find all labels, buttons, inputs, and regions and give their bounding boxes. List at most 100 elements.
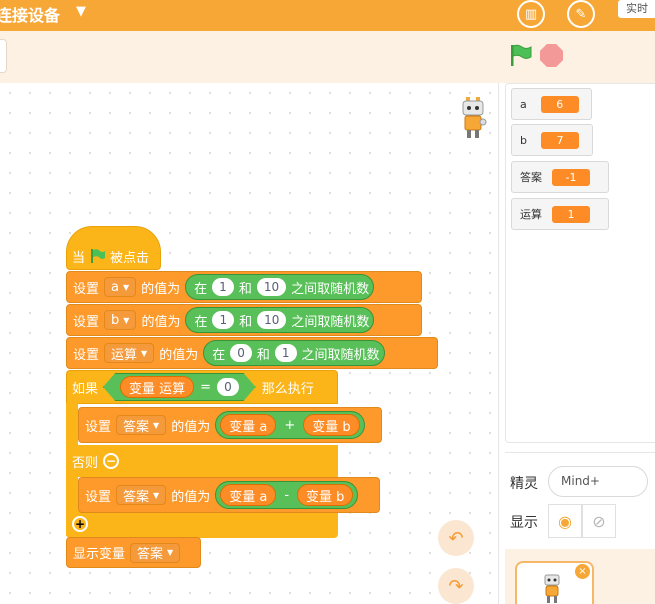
var-op-reporter[interactable]: 变量 运算 — [120, 376, 195, 398]
code-toolbar — [0, 31, 500, 83]
set-var-b-block[interactable]: 设置 b ▼ 的值为 在 1 和 10 之间取随机数 — [66, 304, 422, 336]
var-name: a — [111, 279, 119, 295]
value-of-label: 的值为 — [159, 347, 199, 363]
var-name: 答案 — [123, 489, 150, 505]
random-to-input[interactable]: 1 — [274, 344, 297, 362]
var-name: 答案 — [137, 547, 164, 562]
var-dropdown-answer[interactable]: 答案 ▼ — [116, 415, 167, 435]
var-dropdown-answer[interactable]: 答案 ▼ — [116, 485, 167, 505]
value-of-label: 的值为 — [171, 489, 211, 505]
sprite-robot-icon — [544, 574, 560, 603]
monitor-value: 7 — [540, 131, 579, 149]
sprite-robot-icon — [462, 97, 487, 138]
toolbar-input[interactable] — [0, 39, 7, 73]
monitor-b[interactable]: b 7 — [511, 124, 593, 156]
show-label: 显示 — [510, 515, 538, 531]
show-eye-icon[interactable]: ◉ — [548, 504, 582, 538]
add-operator-block[interactable]: 变量 a + 变量 b — [215, 411, 365, 439]
set-var-a-block[interactable]: 设置 a ▼ 的值为 在 1 和 10 之间取随机数 — [66, 271, 422, 303]
and-label: 和 — [256, 347, 270, 363]
set-label: 设置 — [73, 347, 100, 363]
var-name: 运算 — [111, 347, 138, 363]
compare-value-input[interactable]: 0 — [217, 378, 239, 396]
then-label: 那么执行 — [261, 381, 314, 397]
add-branch-icon[interactable]: + — [72, 516, 88, 532]
hide-eye-icon[interactable]: ⊘ — [582, 504, 616, 538]
else-row: 否则 − — [66, 445, 216, 477]
monitor-value: -1 — [552, 168, 590, 186]
else-label: 否则 — [72, 455, 99, 471]
var-dropdown-answer[interactable]: 答案 ▼ — [130, 542, 181, 563]
set-answer-add-block[interactable]: 设置 答案 ▼ 的值为 变量 a + 变量 b — [78, 407, 382, 443]
if-label: 如果 — [72, 381, 99, 397]
in-label: 在 — [194, 281, 208, 297]
in-label: 在 — [194, 314, 208, 330]
hat-content: 当 被点击 — [66, 240, 161, 272]
plus-label: + — [284, 417, 296, 433]
if-row: 如果 变量 运算 = 0 那么执行 — [66, 371, 338, 403]
in-label: 在 — [212, 347, 226, 363]
set-answer-sub-block[interactable]: 设置 答案 ▼ 的值为 变量 a - 变量 b — [78, 477, 380, 513]
hat-clicked-label: 被点击 — [110, 250, 150, 266]
var-a-reporter[interactable]: 变量 a — [220, 414, 277, 436]
caret-down-icon: ▼ — [153, 420, 160, 430]
monitor-a[interactable]: a 6 — [511, 88, 592, 120]
monitor-value: 6 — [540, 95, 579, 113]
random-block[interactable]: 在 0 和 1 之间取随机数 — [203, 340, 385, 366]
var-b-reporter[interactable]: 变量 b — [297, 484, 354, 506]
set-label: 设置 — [85, 419, 112, 435]
random-from-input[interactable]: 1 — [212, 311, 235, 329]
and-label: 和 — [239, 314, 253, 330]
monitor-answer[interactable]: 答案 -1 — [511, 161, 609, 193]
if-else-footer — [66, 510, 338, 538]
minus-label: - — [284, 487, 290, 503]
var-b-reporter[interactable]: 变量 b — [303, 414, 360, 436]
var-dropdown-a[interactable]: a ▼ — [104, 277, 137, 297]
show-variable-block[interactable]: 显示变量 答案 ▼ — [66, 537, 201, 568]
random-from-input[interactable]: 0 — [230, 344, 252, 362]
var-dropdown-b[interactable]: b ▼ — [104, 310, 137, 330]
equals-condition[interactable]: 变量 运算 = 0 — [103, 373, 256, 401]
value-of-label: 的值为 — [141, 314, 181, 330]
caret-down-icon: ▼ — [141, 348, 148, 358]
between-label: 之间取随机数 — [291, 281, 370, 297]
stop-icon[interactable] — [540, 44, 563, 67]
edit-icon[interactable]: ✎ — [567, 0, 595, 28]
var-a-reporter[interactable]: 变量 a — [220, 484, 277, 506]
set-var-op-block[interactable]: 设置 运算 ▼ 的值为 在 0 和 1 之间取随机数 — [66, 337, 438, 369]
redo-icon[interactable]: ↷ — [438, 568, 474, 604]
delete-sprite-icon[interactable]: × — [575, 564, 590, 579]
random-to-input[interactable]: 10 — [257, 311, 287, 329]
set-label: 设置 — [73, 314, 100, 330]
set-label: 设置 — [85, 489, 112, 505]
remove-else-icon[interactable]: − — [103, 453, 120, 469]
and-label: 和 — [238, 281, 252, 297]
connect-device-menu[interactable]: 连接设备 — [0, 2, 60, 26]
var-dropdown-op[interactable]: 运算 ▼ — [104, 343, 155, 363]
caret-down-icon: ▼ — [167, 548, 174, 557]
monitor-label: 运算 — [520, 208, 542, 221]
caret-down-icon: ▼ — [122, 282, 130, 292]
divider — [498, 83, 499, 604]
sprite-name-input[interactable]: Mind+ — [548, 466, 648, 497]
caret-down-icon: ▼ — [153, 490, 160, 500]
realtime-mode-button[interactable]: 实时 — [618, 0, 655, 18]
stage-controls — [500, 31, 655, 83]
monitor-op[interactable]: 运算 1 — [511, 198, 609, 230]
value-of-label: 的值为 — [141, 281, 181, 297]
show-variable-label: 显示变量 — [73, 547, 126, 562]
random-block[interactable]: 在 1 和 10 之间取随机数 — [185, 307, 375, 333]
value-of-label: 的值为 — [171, 419, 211, 435]
chevron-down-icon[interactable]: ▼ — [76, 4, 86, 19]
random-from-input[interactable]: 1 — [212, 278, 234, 296]
subtract-operator-block[interactable]: 变量 a - 变量 b — [215, 481, 359, 509]
random-block[interactable]: 在 1 和 10 之间取随机数 — [185, 274, 375, 300]
chart-icon[interactable]: ▥ — [517, 0, 545, 28]
undo-icon[interactable]: ↶ — [438, 520, 474, 556]
monitor-value: 1 — [552, 205, 590, 223]
random-to-input[interactable]: 10 — [256, 278, 287, 296]
caret-down-icon: ▼ — [123, 315, 130, 325]
var-name: b — [111, 312, 120, 328]
green-flag-icon[interactable] — [509, 44, 533, 66]
var-name: 答案 — [123, 419, 150, 435]
